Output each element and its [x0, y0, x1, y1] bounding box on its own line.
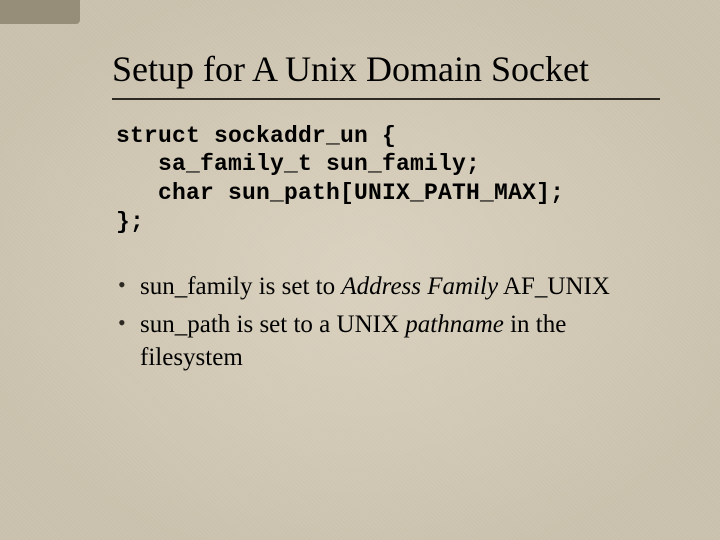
- bullet-list: sun_family is set to Address Family AF_U…: [112, 271, 660, 375]
- bullet-item-2: sun_path is set to a UNIX pathname in th…: [112, 309, 660, 374]
- bullet-2-italic: pathname: [405, 311, 504, 338]
- code-line-1: struct sockaddr_un {: [116, 123, 396, 149]
- slide-title: Setup for A Unix Domain Socket: [112, 50, 660, 90]
- title-underline: [112, 98, 660, 100]
- bullet-item-1: sun_family is set to Address Family AF_U…: [112, 271, 660, 304]
- bullet-1-italic: Address Family: [341, 273, 498, 300]
- code-line-3: char sun_path[UNIX_PATH_MAX];: [116, 180, 564, 206]
- bullet-1-text-a: sun_family is set to: [140, 273, 341, 300]
- bullet-1-text-c: AF_UNIX: [498, 273, 610, 300]
- bullet-2-text-a: sun_path is set to a UNIX: [140, 311, 405, 338]
- code-block: struct sockaddr_un { sa_family_t sun_fam…: [116, 122, 660, 237]
- code-line-4: };: [116, 209, 144, 235]
- code-line-2: sa_family_t sun_family;: [116, 151, 480, 177]
- slide: Setup for A Unix Domain Socket struct so…: [0, 0, 720, 540]
